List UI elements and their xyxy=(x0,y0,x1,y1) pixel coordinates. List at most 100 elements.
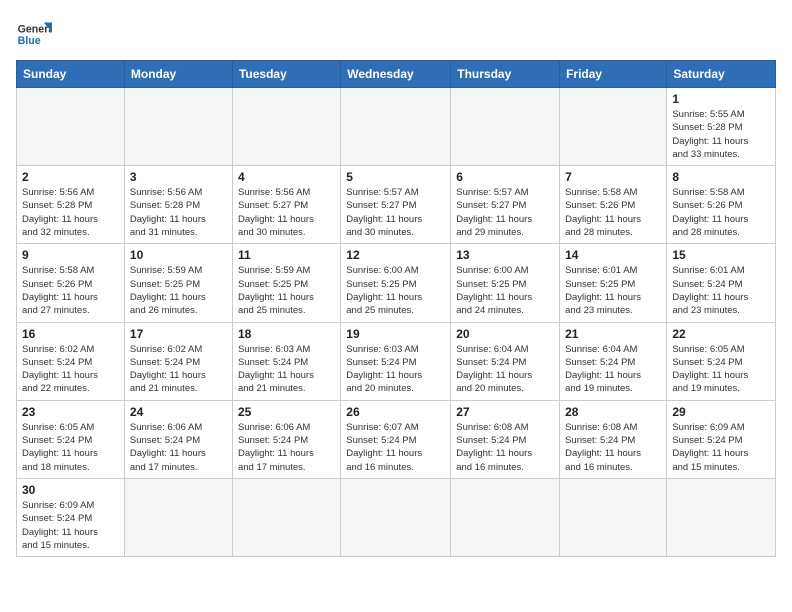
day-cell xyxy=(341,478,451,556)
calendar-body: 1Sunrise: 5:55 AM Sunset: 5:28 PM Daylig… xyxy=(17,88,776,557)
day-cell: 27 Sunrise: 6:08 AM Sunset: 5:24 PM Dayli… xyxy=(451,400,560,478)
week-row-1: 2 Sunrise: 5:56 AM Sunset: 5:28 PM Daylig… xyxy=(17,166,776,244)
day-info: Sunrise: 6:00 AM Sunset: 5:25 PM Dayligh… xyxy=(456,264,554,317)
day-number: 30 xyxy=(22,483,119,497)
header-day-tuesday: Tuesday xyxy=(232,61,340,88)
day-info: Sunrise: 6:00 AM Sunset: 5:25 PM Dayligh… xyxy=(346,264,445,317)
day-cell xyxy=(560,88,667,166)
day-number: 3 xyxy=(130,170,227,184)
header-day-friday: Friday xyxy=(560,61,667,88)
day-info: Sunrise: 5:59 AM Sunset: 5:25 PM Dayligh… xyxy=(238,264,335,317)
day-info: Sunrise: 5:58 AM Sunset: 5:26 PM Dayligh… xyxy=(672,186,770,239)
day-cell xyxy=(232,88,340,166)
header-row: SundayMondayTuesdayWednesdayThursdayFrid… xyxy=(17,61,776,88)
day-number: 11 xyxy=(238,248,335,262)
day-cell: 20 Sunrise: 6:04 AM Sunset: 5:24 PM Dayli… xyxy=(451,322,560,400)
day-number: 29 xyxy=(672,405,770,419)
day-info: Sunrise: 5:59 AM Sunset: 5:25 PM Dayligh… xyxy=(130,264,227,317)
day-info: Sunrise: 5:58 AM Sunset: 5:26 PM Dayligh… xyxy=(22,264,119,317)
day-cell: 25Sunrise: 6:06 AM Sunset: 5:24 PM Dayli… xyxy=(232,400,340,478)
day-info: Sunrise: 5:56 AM Sunset: 5:27 PM Dayligh… xyxy=(238,186,335,239)
day-info: Sunrise: 6:04 AM Sunset: 5:24 PM Dayligh… xyxy=(456,343,554,396)
day-cell: 5 Sunrise: 5:57 AM Sunset: 5:27 PM Daylig… xyxy=(341,166,451,244)
day-info: Sunrise: 6:01 AM Sunset: 5:25 PM Dayligh… xyxy=(565,264,661,317)
day-number: 9 xyxy=(22,248,119,262)
day-info: Sunrise: 6:08 AM Sunset: 5:24 PM Dayligh… xyxy=(565,421,661,474)
day-number: 24 xyxy=(130,405,227,419)
day-info: Sunrise: 6:02 AM Sunset: 5:24 PM Dayligh… xyxy=(130,343,227,396)
day-number: 22 xyxy=(672,327,770,341)
day-cell: 4 Sunrise: 5:56 AM Sunset: 5:27 PM Daylig… xyxy=(232,166,340,244)
day-cell xyxy=(17,88,125,166)
day-info: Sunrise: 6:09 AM Sunset: 5:24 PM Dayligh… xyxy=(672,421,770,474)
day-cell: 23Sunrise: 6:05 AM Sunset: 5:24 PM Dayli… xyxy=(17,400,125,478)
day-cell: 22 Sunrise: 6:05 AM Sunset: 5:24 PM Dayli… xyxy=(667,322,776,400)
day-cell: 3Sunrise: 5:56 AM Sunset: 5:28 PM Daylig… xyxy=(124,166,232,244)
day-number: 26 xyxy=(346,405,445,419)
day-info: Sunrise: 6:09 AM Sunset: 5:24 PM Dayligh… xyxy=(22,499,119,552)
day-number: 2 xyxy=(22,170,119,184)
day-info: Sunrise: 6:08 AM Sunset: 5:24 PM Dayligh… xyxy=(456,421,554,474)
day-number: 23 xyxy=(22,405,119,419)
calendar-header: SundayMondayTuesdayWednesdayThursdayFrid… xyxy=(17,61,776,88)
day-info: Sunrise: 6:06 AM Sunset: 5:24 PM Dayligh… xyxy=(130,421,227,474)
day-number: 15 xyxy=(672,248,770,262)
day-cell xyxy=(451,88,560,166)
day-cell: 17 Sunrise: 6:02 AM Sunset: 5:24 PM Dayli… xyxy=(124,322,232,400)
day-cell xyxy=(451,478,560,556)
week-row-3: 16Sunrise: 6:02 AM Sunset: 5:24 PM Dayli… xyxy=(17,322,776,400)
day-cell: 21 Sunrise: 6:04 AM Sunset: 5:24 PM Dayli… xyxy=(560,322,667,400)
day-number: 27 xyxy=(456,405,554,419)
day-cell xyxy=(667,478,776,556)
day-cell: 13 Sunrise: 6:00 AM Sunset: 5:25 PM Dayli… xyxy=(451,244,560,322)
day-cell: 8Sunrise: 5:58 AM Sunset: 5:26 PM Daylig… xyxy=(667,166,776,244)
week-row-2: 9 Sunrise: 5:58 AM Sunset: 5:26 PM Daylig… xyxy=(17,244,776,322)
day-cell xyxy=(341,88,451,166)
day-cell: 19Sunrise: 6:03 AM Sunset: 5:24 PM Dayli… xyxy=(341,322,451,400)
day-number: 5 xyxy=(346,170,445,184)
day-cell: 12 Sunrise: 6:00 AM Sunset: 5:25 PM Dayli… xyxy=(341,244,451,322)
day-number: 21 xyxy=(565,327,661,341)
day-number: 13 xyxy=(456,248,554,262)
day-number: 14 xyxy=(565,248,661,262)
day-cell: 16Sunrise: 6:02 AM Sunset: 5:24 PM Dayli… xyxy=(17,322,125,400)
day-number: 25 xyxy=(238,405,335,419)
day-number: 6 xyxy=(456,170,554,184)
day-info: Sunrise: 5:58 AM Sunset: 5:26 PM Dayligh… xyxy=(565,186,661,239)
day-info: Sunrise: 5:57 AM Sunset: 5:27 PM Dayligh… xyxy=(346,186,445,239)
week-row-4: 23Sunrise: 6:05 AM Sunset: 5:24 PM Dayli… xyxy=(17,400,776,478)
calendar-table: SundayMondayTuesdayWednesdayThursdayFrid… xyxy=(16,60,776,557)
svg-text:Blue: Blue xyxy=(18,35,41,47)
day-cell: 28 Sunrise: 6:08 AM Sunset: 5:24 PM Dayli… xyxy=(560,400,667,478)
day-info: Sunrise: 5:56 AM Sunset: 5:28 PM Dayligh… xyxy=(22,186,119,239)
day-info: Sunrise: 6:01 AM Sunset: 5:24 PM Dayligh… xyxy=(672,264,770,317)
day-number: 28 xyxy=(565,405,661,419)
day-info: Sunrise: 6:02 AM Sunset: 5:24 PM Dayligh… xyxy=(22,343,119,396)
day-cell xyxy=(560,478,667,556)
day-info: Sunrise: 5:55 AM Sunset: 5:28 PM Dayligh… xyxy=(672,108,770,161)
day-cell: 24 Sunrise: 6:06 AM Sunset: 5:24 PM Dayli… xyxy=(124,400,232,478)
day-info: Sunrise: 6:04 AM Sunset: 5:24 PM Dayligh… xyxy=(565,343,661,396)
day-number: 7 xyxy=(565,170,661,184)
day-cell: 14 Sunrise: 6:01 AM Sunset: 5:25 PM Dayli… xyxy=(560,244,667,322)
day-cell: 7 Sunrise: 5:58 AM Sunset: 5:26 PM Daylig… xyxy=(560,166,667,244)
day-number: 17 xyxy=(130,327,227,341)
day-cell: 10 Sunrise: 5:59 AM Sunset: 5:25 PM Dayli… xyxy=(124,244,232,322)
day-cell xyxy=(124,88,232,166)
day-cell: 11 Sunrise: 5:59 AM Sunset: 5:25 PM Dayli… xyxy=(232,244,340,322)
day-info: Sunrise: 6:05 AM Sunset: 5:24 PM Dayligh… xyxy=(672,343,770,396)
week-row-5: 30 Sunrise: 6:09 AM Sunset: 5:24 PM Dayli… xyxy=(17,478,776,556)
logo: General Blue xyxy=(16,16,56,52)
day-cell: 18 Sunrise: 6:03 AM Sunset: 5:24 PM Dayli… xyxy=(232,322,340,400)
day-cell: 29 Sunrise: 6:09 AM Sunset: 5:24 PM Dayli… xyxy=(667,400,776,478)
logo-icon: General Blue xyxy=(16,16,52,52)
day-number: 18 xyxy=(238,327,335,341)
day-number: 10 xyxy=(130,248,227,262)
day-info: Sunrise: 6:03 AM Sunset: 5:24 PM Dayligh… xyxy=(238,343,335,396)
day-number: 20 xyxy=(456,327,554,341)
day-cell xyxy=(232,478,340,556)
header-day-wednesday: Wednesday xyxy=(341,61,451,88)
day-number: 4 xyxy=(238,170,335,184)
day-number: 12 xyxy=(346,248,445,262)
day-cell: 6Sunrise: 5:57 AM Sunset: 5:27 PM Daylig… xyxy=(451,166,560,244)
